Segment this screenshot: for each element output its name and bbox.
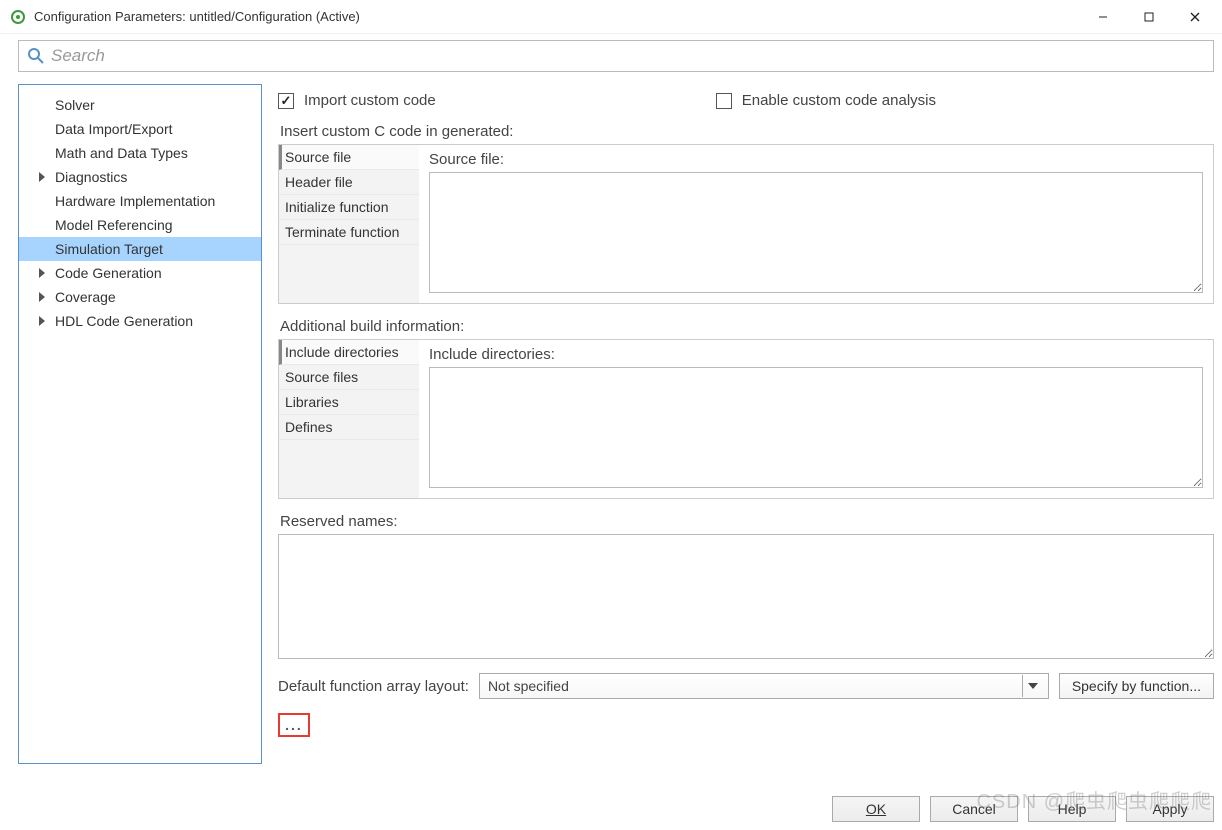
chevron-right-icon [39, 292, 45, 302]
source-file-textarea[interactable] [429, 172, 1203, 293]
sidebar-item-hardware-implementation[interactable]: Hardware Implementation [19, 189, 261, 213]
include-directories-textarea[interactable] [429, 367, 1203, 488]
chevron-right-icon [39, 172, 45, 182]
cancel-button[interactable]: Cancel [930, 796, 1018, 822]
tab-terminate-function[interactable]: Terminate function [279, 220, 419, 245]
sidebar-item-math-data-types[interactable]: Math and Data Types [19, 141, 261, 165]
sidebar-item-simulation-target[interactable]: Simulation Target [19, 237, 261, 261]
reserved-names-label: Reserved names: [278, 513, 1214, 530]
sidebar-item-coverage[interactable]: Coverage [19, 285, 261, 309]
titlebar: Configuration Parameters: untitled/Confi… [0, 0, 1222, 34]
default-array-layout-select[interactable]: Not specified [479, 673, 1049, 699]
window-title: Configuration Parameters: untitled/Confi… [34, 9, 1080, 24]
dialog-footer: OK Cancel Help Apply [832, 796, 1214, 822]
window-minimize-button[interactable] [1080, 2, 1126, 32]
search-placeholder: Search [51, 46, 105, 66]
checkbox-icon [716, 93, 732, 109]
tab-header-file[interactable]: Header file [279, 170, 419, 195]
tab-source-file[interactable]: Source file [279, 145, 419, 170]
more-options-button[interactable]: ... [278, 713, 310, 737]
search-input[interactable]: Search [18, 40, 1214, 72]
help-button[interactable]: Help [1028, 796, 1116, 822]
insert-section-label: Insert custom C code in generated: [278, 123, 1214, 140]
sidebar-item-hdl-code-generation[interactable]: HDL Code Generation [19, 309, 261, 333]
default-array-layout-label: Default function array layout: [278, 678, 469, 695]
tab-include-directories[interactable]: Include directories [279, 340, 419, 365]
sidebar-item-diagnostics[interactable]: Diagnostics [19, 165, 261, 189]
include-directories-label: Include directories: [429, 346, 1203, 363]
chevron-right-icon [39, 316, 45, 326]
window-close-button[interactable] [1172, 2, 1218, 32]
tab-defines[interactable]: Defines [279, 415, 419, 440]
ok-button[interactable]: OK [832, 796, 920, 822]
tab-initialize-function[interactable]: Initialize function [279, 195, 419, 220]
window-maximize-button[interactable] [1126, 2, 1172, 32]
dropdown-arrow-icon [1022, 675, 1044, 697]
reserved-names-textarea[interactable] [278, 534, 1214, 659]
import-custom-code-checkbox[interactable]: Import custom code [278, 92, 436, 109]
apply-button[interactable]: Apply [1126, 796, 1214, 822]
source-file-label: Source file: [429, 151, 1203, 168]
insert-code-panel: Source file Header file Initialize funct… [278, 144, 1214, 304]
sidebar-item-data-import-export[interactable]: Data Import/Export [19, 117, 261, 141]
tab-libraries[interactable]: Libraries [279, 390, 419, 415]
category-sidebar: Solver Data Import/Export Math and Data … [18, 84, 262, 764]
chevron-right-icon [39, 268, 45, 278]
checkbox-icon [278, 93, 294, 109]
app-icon [10, 9, 26, 25]
search-icon [27, 47, 45, 65]
specify-by-function-button[interactable]: Specify by function... [1059, 673, 1214, 699]
build-info-panel: Include directories Source files Librari… [278, 339, 1214, 499]
sidebar-item-code-generation[interactable]: Code Generation [19, 261, 261, 285]
enable-custom-code-analysis-checkbox[interactable]: Enable custom code analysis [716, 92, 936, 109]
build-section-label: Additional build information: [278, 318, 1214, 335]
sidebar-item-model-referencing[interactable]: Model Referencing [19, 213, 261, 237]
sidebar-item-solver[interactable]: Solver [19, 93, 261, 117]
tab-source-files[interactable]: Source files [279, 365, 419, 390]
